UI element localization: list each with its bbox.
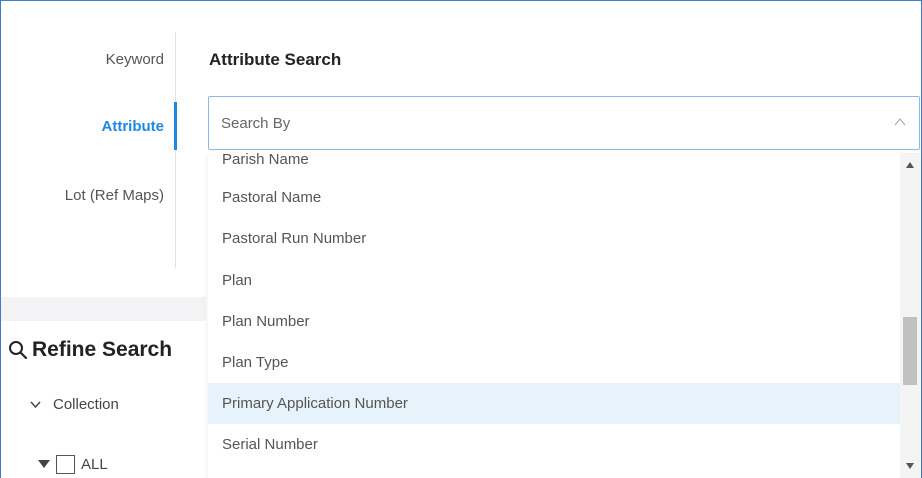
search-by-dropdown: Parish Name Pastoral Name Pastoral Run N… — [208, 153, 920, 478]
dropdown-scrollbar[interactable] — [900, 153, 920, 478]
collection-toggle[interactable]: Collection — [30, 396, 119, 413]
collection-label: Collection — [53, 396, 119, 413]
dropdown-option[interactable]: Parish Name — [208, 153, 900, 180]
dropdown-option[interactable]: Pastoral Run Number — [208, 218, 900, 259]
all-checkbox[interactable] — [56, 455, 75, 474]
dropdown-option[interactable]: Pastoral Name — [208, 177, 900, 218]
tab-keyword[interactable]: Keyword — [106, 51, 164, 68]
tab-divider — [175, 32, 176, 268]
active-tab-indicator — [174, 102, 177, 150]
all-label: ALL — [81, 456, 108, 473]
chevron-up-icon — [894, 118, 906, 126]
tab-attribute[interactable]: Attribute — [102, 118, 165, 135]
section-title: Attribute Search — [209, 50, 342, 69]
caret-down-icon[interactable] — [38, 460, 50, 469]
chevron-down-icon — [30, 400, 41, 408]
refine-search-header: Refine Search — [8, 338, 172, 362]
dropdown-option[interactable]: Plan — [208, 260, 900, 301]
scrollbar-thumb[interactable] — [903, 317, 917, 385]
search-mode-tabs: Keyword Attribute Lot (Ref Maps) — [1, 1, 176, 293]
section-separator — [1, 297, 206, 321]
refine-search-title: Refine Search — [32, 338, 173, 361]
search-icon — [9, 341, 28, 360]
filter-all-row: ALL — [38, 455, 108, 474]
scroll-down-arrow-icon[interactable] — [906, 463, 914, 469]
dropdown-option[interactable]: Plan Type — [208, 342, 900, 383]
scroll-up-arrow-icon[interactable] — [906, 162, 914, 168]
tab-lot-ref-maps[interactable]: Lot (Ref Maps) — [65, 187, 164, 204]
search-by-placeholder: Search By — [221, 114, 291, 132]
dropdown-option[interactable]: Serial Number — [208, 424, 900, 465]
search-by-select[interactable]: Search By — [208, 96, 920, 150]
dropdown-option[interactable]: Plan Number — [208, 301, 900, 342]
dropdown-option-highlighted[interactable]: Primary Application Number — [208, 383, 900, 424]
